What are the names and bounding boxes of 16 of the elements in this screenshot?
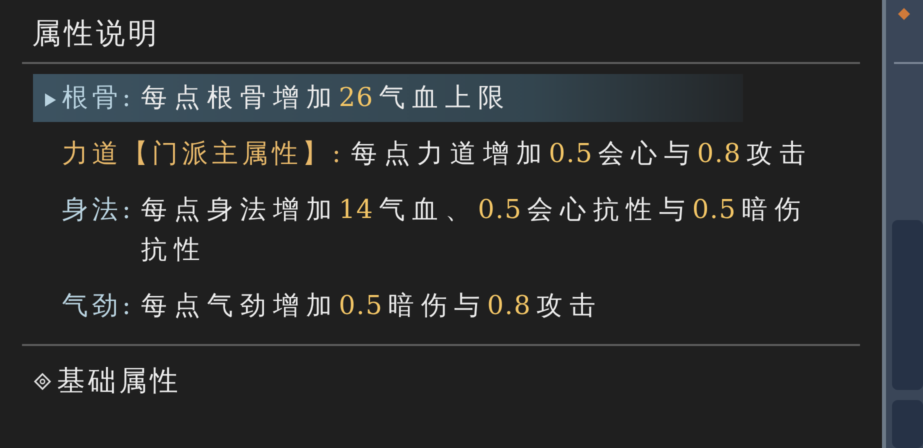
pointer-icon xyxy=(45,93,56,107)
attribute-row[interactable]: 力道【门派主属性】: 每点力道增加 0.5 会心与 0.8 攻击 xyxy=(22,130,827,178)
panel-title: 属性说明 xyxy=(31,15,161,52)
attribute-label: 力道【门派主属性】: xyxy=(62,138,345,171)
attribute-row[interactable]: 身法: 每点身法增加 14 气血、0.5 会心抗性与 0.5 暗伤抗性 xyxy=(22,186,827,274)
attribute-label: 气劲: xyxy=(62,290,135,323)
attribute-description: 每点根骨增加 26 气血上限 xyxy=(140,82,512,115)
attribute-description: 每点力道增加 0.5 会心与 0.8 攻击 xyxy=(350,138,814,171)
attribute-label: 根骨: xyxy=(62,82,135,115)
attribute-description: 每点气劲增加 0.5 暗伤与 0.8 攻击 xyxy=(140,290,604,323)
attribute-description: 每点身法增加 14 气血、0.5 会心抗性与 0.5 暗伤抗性 xyxy=(140,194,809,267)
section-title: 基础属性 xyxy=(57,363,181,399)
attribute-label: 身法: xyxy=(62,194,135,227)
diamond-icon xyxy=(34,372,51,390)
attribute-row[interactable]: 气劲: 每点气劲增加 0.5 暗伤与 0.8 攻击 xyxy=(22,282,827,330)
attribute-row[interactable]: 根骨: 每点根骨增加 26 气血上限 xyxy=(33,74,743,122)
